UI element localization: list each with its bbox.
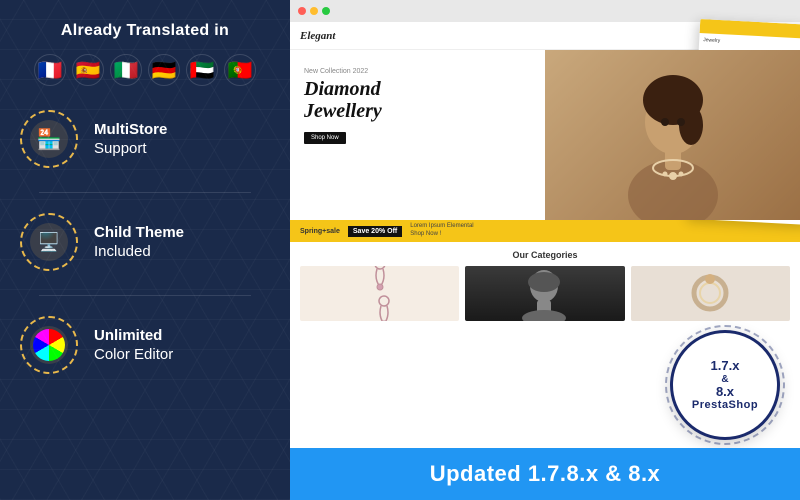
left-panel: Already Translated in 🇫🇷 🇪🇸 🇮🇹 🇩🇪 🇦🇪 🇵🇹 … [0,0,290,500]
hero-section: New Collection 2022 Diamond Jewellery Sh… [290,50,800,220]
spain-flag: 🇪🇸 [72,54,104,86]
feature-child-theme: 🖥️ Child Theme Included [20,213,270,271]
theme-preview: JewelryDiscover the Beauty ofDiamond Jew… [290,0,800,500]
category-rings [631,266,790,321]
color-editor-text: Unlimited Color Editor [94,326,173,365]
child-theme-title: Child Theme [94,223,184,243]
uae-flag: 🇦🇪 [186,54,218,86]
spring-sale-label: Spring+sale [300,228,340,235]
updated-text: Updated 1.7.8.x & 8.x [430,461,661,487]
monitor-icon: 🖥️ [38,232,60,253]
updated-banner: Updated 1.7.8.x & 8.x [290,448,800,500]
feature-multistore: 🏪 MultiStore Support [20,110,270,168]
hero-image-area [545,50,800,220]
hero-sub-label: New Collection 2022 [304,68,535,75]
browser-dot-close [298,7,306,15]
categories-grid [300,266,790,321]
multistore-sub: Support [94,139,167,159]
earring-svg [370,266,390,293]
color-editor-icon-wrap [20,316,78,374]
hero-text-area: New Collection 2022 Diamond Jewellery Sh… [290,50,545,220]
categories-heading: Our Categories [300,250,790,260]
color-wheel-icon [33,329,65,361]
color-editor-sub: Color Editor [94,345,173,365]
hero-model [545,50,800,220]
browser-dot-minimize [310,7,318,15]
earring-svg-2 [374,294,394,321]
child-theme-sub: Included [94,242,184,262]
child-theme-icon-wrap: 🖥️ [20,213,78,271]
portugal-flag: 🇵🇹 [224,54,256,86]
earrings-content [366,266,394,321]
multistore-text: MultiStore Support [94,120,167,159]
hero-title: Diamond Jewellery [304,78,535,122]
store-icon: 🏪 [37,127,62,152]
france-flag: 🇫🇷 [34,54,66,86]
divider-2 [39,295,252,296]
browser-dot-maximize [322,7,330,15]
germany-flag: 🇩🇪 [148,54,180,86]
hero-title-line2: Jewellery [304,100,382,122]
banner-lorem: Lorem Ipsum ElementalShop Now ! [410,223,473,239]
right-panel: JewelryDiscover the Beauty ofDiamond Jew… [290,0,800,500]
divider-1 [39,192,252,193]
categories-section: Our Categories [290,242,800,327]
multistore-icon-inner: 🏪 [30,120,68,158]
italy-flag: 🇮🇹 [110,54,142,86]
category-earrings [300,266,459,321]
yellow-banner: Spring+sale Save 20% Off Lorem Ipsum Ele… [290,220,800,242]
color-editor-icon-inner [30,326,68,364]
model-dark [465,266,624,321]
child-theme-text: Child Theme Included [94,223,184,262]
hero-shop-button[interactable]: Shop Now [304,132,346,144]
multistore-icon-wrap: 🏪 [20,110,78,168]
feature-color-editor: Unlimited Color Editor [20,316,270,374]
theme-logo: Elegant [300,30,335,42]
model-svg [613,50,733,220]
flags-row: 🇫🇷 🇪🇸 🇮🇹 🇩🇪 🇦🇪 🇵🇹 [34,54,256,86]
hero-title-line1: Diamond [304,78,381,100]
rings-svg [688,271,733,316]
model-dark-svg [517,266,572,321]
child-theme-icon-inner: 🖥️ [30,223,68,261]
multistore-title: MultiStore [94,120,167,140]
browser-bar [290,0,800,22]
save-badge: Save 20% Off [348,226,402,237]
translated-title: Already Translated in [61,22,229,40]
color-editor-title: Unlimited [94,326,173,346]
category-jewelry [465,266,624,321]
badge-ring [665,325,785,445]
prestashop-badge: 1.7.x & 8.x PrestaShop [670,330,780,440]
